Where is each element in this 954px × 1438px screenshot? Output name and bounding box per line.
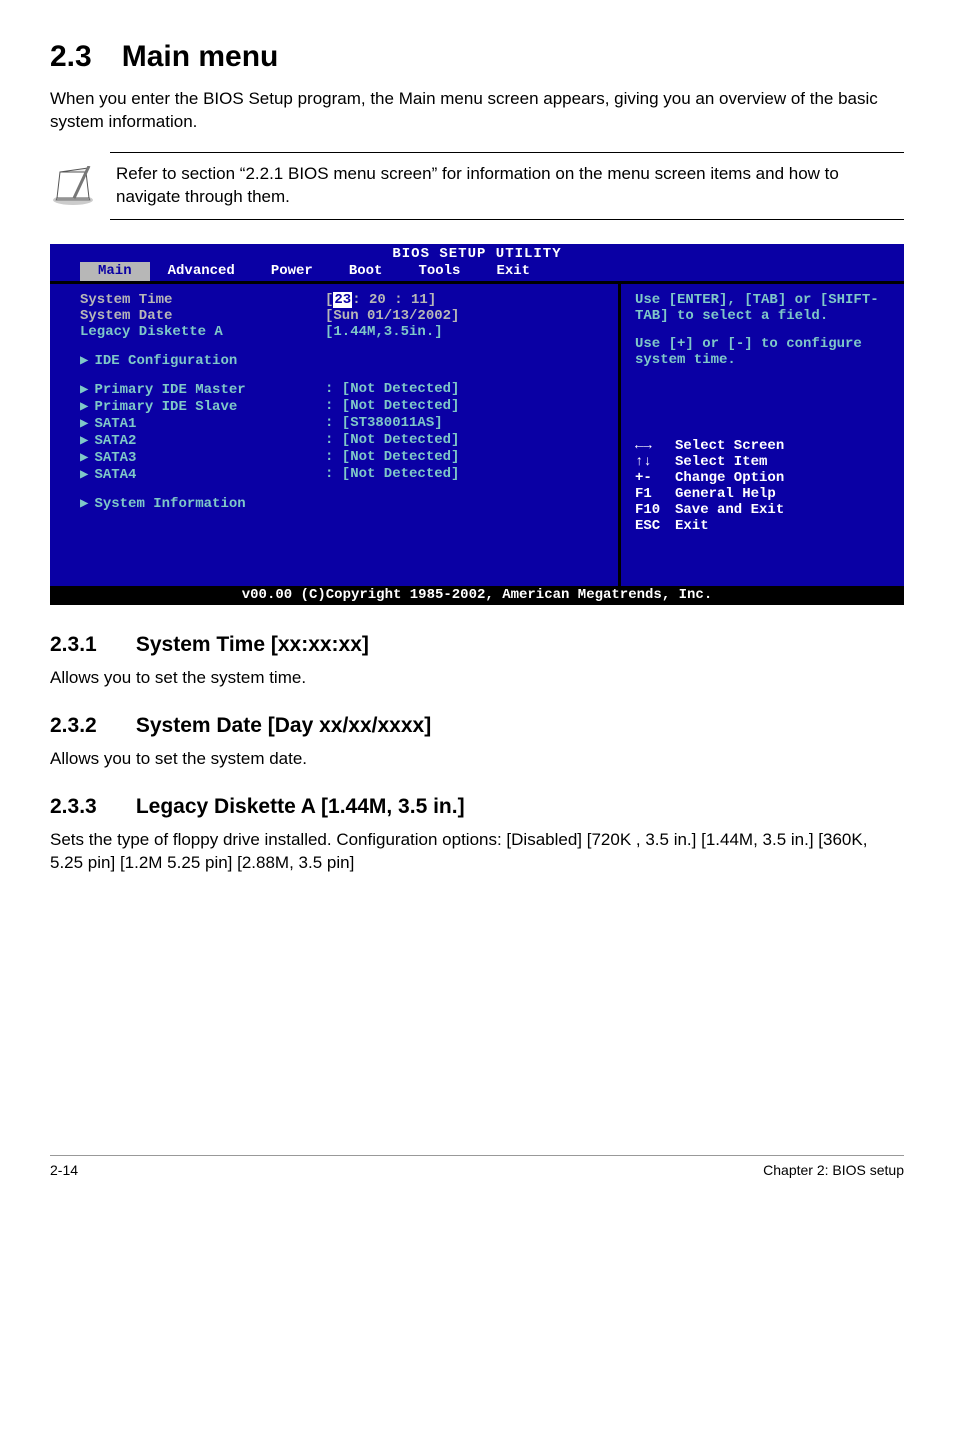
bios-screen: BIOS SETUP UTILITY MainAdvancedPowerBoot… [50,244,904,605]
bios-nav-line: F10Save and Exit [635,502,890,518]
subsection-231: 2.3.1 System Time [xx:xx:xx] [50,633,904,657]
bios-label: System Time [80,292,325,308]
bios-row[interactable]: ▶Primary IDE Master: [Not Detected] [80,381,600,398]
sub-body: Allows you to set the system date. [50,748,904,771]
bios-label: ▶SATA4 [80,466,325,483]
bios-label: ▶SATA2 [80,432,325,449]
bios-value: [23: 20 : 11] [325,292,436,308]
triangle-icon: ▶ [80,450,88,466]
bios-nav-key: +- [635,470,675,486]
subsection-233: 2.3.3 Legacy Diskette A [1.44M, 3.5 in.] [50,795,904,819]
bios-help-field: Use [ENTER], [TAB] or [SHIFT-TAB] to sel… [635,292,890,324]
bios-nav-help: ←→Select Screen↑↓Select Item+-Change Opt… [635,438,890,534]
triangle-icon: ▶ [80,353,88,369]
note-box: Refer to section “2.2.1 BIOS menu screen… [110,152,904,220]
bios-help-time: Use [+] or [-] to configure system time. [635,336,890,368]
subsection-232: 2.3.2 System Date [Day xx/xx/xxxx] [50,714,904,738]
bios-nav-line: +-Change Option [635,470,890,486]
bios-nav-line: ↑↓Select Item [635,454,890,470]
bios-label: ▶Primary IDE Slave [80,398,325,415]
bios-label: ▶System Information [80,495,325,512]
bios-tab-power[interactable]: Power [253,262,331,281]
bios-tab-exit[interactable]: Exit [478,262,548,281]
bios-value: : [Not Detected] [325,432,459,449]
sub-body: Allows you to set the system time. [50,667,904,690]
bios-tab-main[interactable]: Main [80,262,150,281]
bios-label: ▶SATA1 [80,415,325,432]
bios-value: : [ST380011AS] [325,415,443,432]
bios-tabs: MainAdvancedPowerBootToolsExit [50,262,904,281]
bios-value: : [Not Detected] [325,449,459,466]
bios-row[interactable]: ▶System Information [80,495,600,512]
bios-nav-text: General Help [675,486,776,502]
bios-value: : [Not Detected] [325,381,459,398]
triangle-icon: ▶ [80,416,88,432]
bios-tab-tools[interactable]: Tools [400,262,478,281]
bios-value-highlight: 23 [333,292,352,308]
bios-label: ▶IDE Configuration [80,352,325,369]
bios-label: ▶SATA3 [80,449,325,466]
note-icon [50,166,96,206]
sub-title-text: System Date [Day xx/xx/xxxx] [136,714,431,737]
sub-num: 2.3.2 [50,714,130,738]
bios-help-panel: Use [ENTER], [TAB] or [SHIFT-TAB] to sel… [621,284,904,586]
intro-text: When you enter the BIOS Setup program, t… [50,88,904,134]
bios-nav-text: Exit [675,518,709,534]
triangle-icon: ▶ [80,433,88,449]
bios-row[interactable]: System Time[23: 20 : 11] [80,292,600,308]
triangle-icon: ▶ [80,496,88,512]
bios-row[interactable]: ▶Primary IDE Slave: [Not Detected] [80,398,600,415]
bios-nav-text: Change Option [675,470,784,486]
bios-label: System Date [80,308,325,324]
triangle-icon: ▶ [80,467,88,483]
bios-nav-key: ↑↓ [635,454,675,470]
bios-value: [1.44M,3.5in.] [325,324,443,340]
bios-nav-text: Select Screen [675,438,784,454]
bios-row[interactable]: ▶SATA2: [Not Detected] [80,432,600,449]
bios-row[interactable]: ▶SATA1: [ST380011AS] [80,415,600,432]
bios-nav-text: Select Item [675,454,767,470]
sub-title-text: Legacy Diskette A [1.44M, 3.5 in.] [136,795,465,818]
sub-num: 2.3.3 [50,795,130,819]
sub-title-text: System Time [xx:xx:xx] [136,633,369,656]
triangle-icon: ▶ [80,399,88,415]
bios-nav-key: ←→ [635,438,675,454]
bios-nav-key: F1 [635,486,675,502]
bios-row[interactable]: ▶SATA3: [Not Detected] [80,449,600,466]
bios-nav-line: ←→Select Screen [635,438,890,454]
bios-nav-key: F10 [635,502,675,518]
bios-title: BIOS SETUP UTILITY [50,244,904,262]
chapter-label: Chapter 2: BIOS setup [763,1162,904,1178]
bios-left-panel: System Time[23: 20 : 11]System Date[Sun … [50,284,621,586]
sub-body: Sets the type of floppy drive installed.… [50,829,904,875]
bios-value: [Sun 01/13/2002] [325,308,459,324]
page-footer: 2-14 Chapter 2: BIOS setup [50,1155,904,1178]
bios-row[interactable]: Legacy Diskette A[1.44M,3.5in.] [80,324,600,340]
bios-nav-line: F1General Help [635,486,890,502]
bios-row[interactable]: ▶SATA4: [Not Detected] [80,466,600,483]
note-text: Refer to section “2.2.1 BIOS menu screen… [116,163,904,209]
bios-nav-key: ESC [635,518,675,534]
triangle-icon: ▶ [80,382,88,398]
bios-value: : [Not Detected] [325,466,459,483]
bios-value: : [Not Detected] [325,398,459,415]
bios-tab-advanced[interactable]: Advanced [150,262,253,281]
section-title: 2.3 Main menu [50,40,904,74]
bios-footer: v00.00 (C)Copyright 1985-2002, American … [50,586,904,605]
bios-tab-boot[interactable]: Boot [331,262,401,281]
page-number: 2-14 [50,1162,78,1178]
bios-row[interactable]: ▶IDE Configuration [80,352,600,369]
bios-label: Legacy Diskette A [80,324,325,340]
bios-nav-text: Save and Exit [675,502,784,518]
bios-nav-line: ESCExit [635,518,890,534]
bios-label: ▶Primary IDE Master [80,381,325,398]
bios-row[interactable]: System Date[Sun 01/13/2002] [80,308,600,324]
sub-num: 2.3.1 [50,633,130,657]
